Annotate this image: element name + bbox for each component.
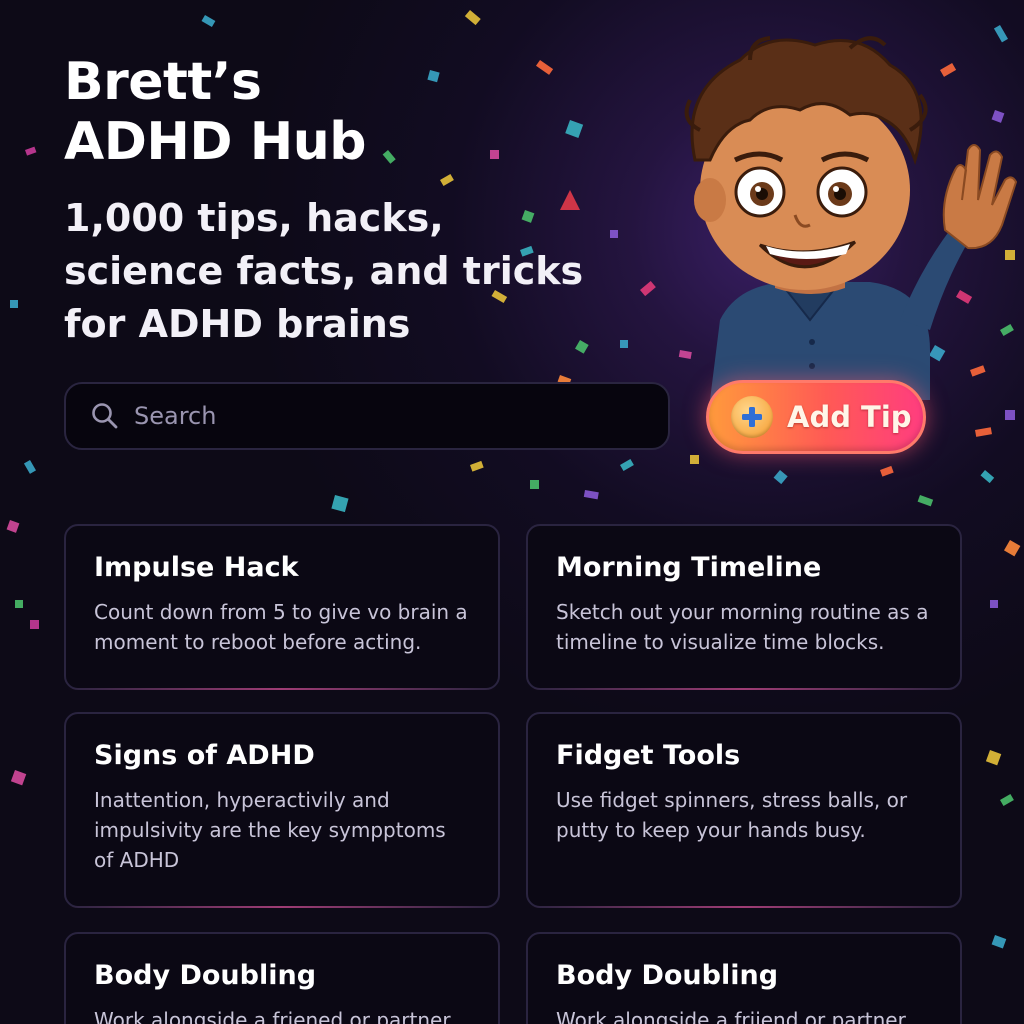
tip-card-body: Work alongside a friiend or partner to <box>556 1008 906 1024</box>
tip-card[interactable]: Signs of ADHD Inattention, hyperactivily… <box>64 712 500 908</box>
mascot-illustration <box>684 36 1018 400</box>
plus-icon <box>731 396 773 438</box>
tip-card-body: Work alongside a friened or partner to <box>94 1008 451 1024</box>
add-tip-button[interactable]: Add Tip <box>706 380 926 454</box>
tip-card-title: Impulse Hack <box>94 552 299 583</box>
tip-card[interactable]: Morning Timeline Sketch out your morning… <box>526 524 962 690</box>
search-bar[interactable] <box>64 382 670 450</box>
page-subtitle: 1,000 tips, hacks, science facts, and tr… <box>64 196 584 346</box>
tip-card[interactable]: Body Doubling Work alongside a friened o… <box>64 932 500 1024</box>
tip-card-body: Inattention, hyperactivily and impulsivi… <box>94 788 446 872</box>
tip-card-title: Morning Timeline <box>556 552 822 583</box>
search-icon <box>92 403 118 429</box>
page: Brett’s ADHD Hub 1,000 tips, hacks, scie… <box>0 0 1024 1024</box>
tip-card-title: Signs of ADHD <box>94 740 315 771</box>
tip-card[interactable]: Impulse Hack Count down from 5 to give v… <box>64 524 500 690</box>
add-tip-label: Add Tip <box>787 400 912 434</box>
tip-card[interactable]: Body Doubling Work alongside a friiend o… <box>526 932 962 1024</box>
tip-card-title: Fidget Tools <box>556 740 741 771</box>
search-input[interactable] <box>134 402 634 430</box>
tip-card-body: Count down from 5 to give vo brain a mom… <box>94 600 468 654</box>
tip-card-body: Use fidget spinners, stress balls, or pu… <box>556 788 908 842</box>
page-title: Brett’s ADHD Hub <box>64 52 366 172</box>
tip-card-body: Sketch out your morning routine as a tim… <box>556 600 929 654</box>
tip-card-title: Body Doubling <box>556 960 779 991</box>
tip-card[interactable]: Fidget Tools Use fidget spinners, stress… <box>526 712 962 908</box>
tip-card-title: Body Doubling <box>94 960 317 991</box>
